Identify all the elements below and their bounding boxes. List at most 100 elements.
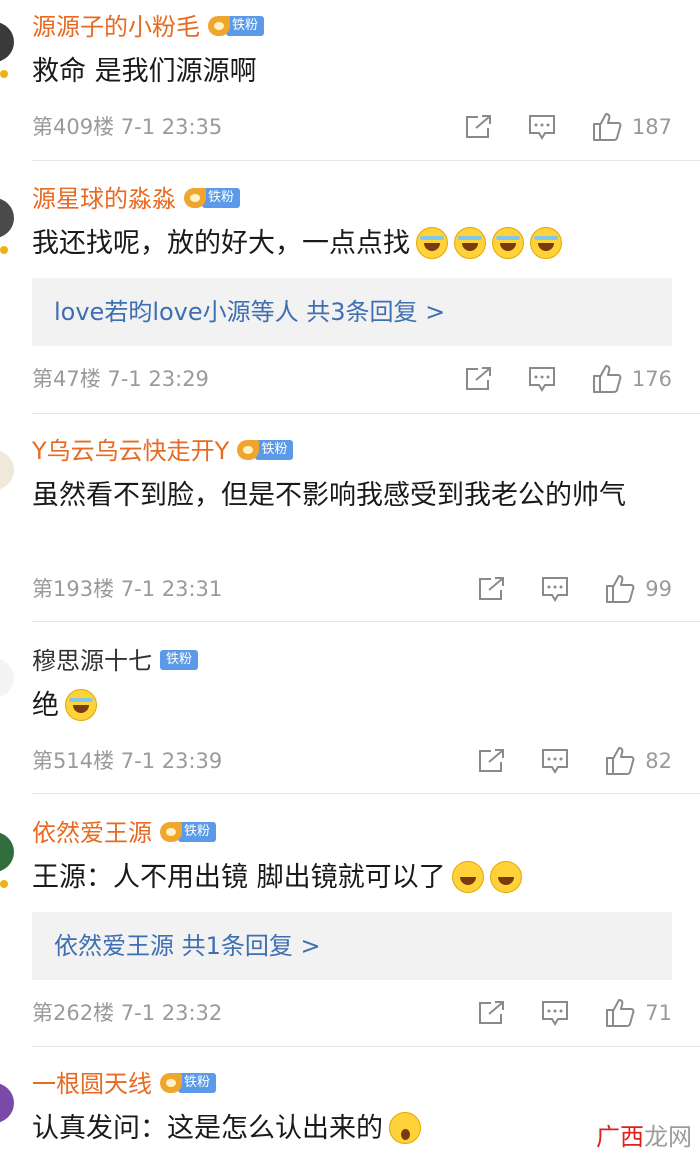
thumbs-up-icon bbox=[606, 747, 635, 775]
reply-button[interactable] bbox=[541, 576, 569, 602]
verified-badge-icon bbox=[0, 70, 8, 78]
comment-floor: 第409楼 bbox=[32, 115, 115, 139]
share-icon bbox=[465, 115, 491, 138]
share-icon bbox=[479, 1001, 505, 1024]
comment-meta: 第409楼 7-1 23:35 bbox=[32, 112, 222, 142]
like-count: 176 bbox=[631, 367, 672, 391]
reply-button[interactable] bbox=[528, 114, 556, 140]
avatar[interactable] bbox=[0, 198, 14, 238]
avatar[interactable] bbox=[0, 450, 14, 490]
comment-item: 源星球的淼淼 铁粉 我还找呢，放的好大，一点点找 love若昀love小源等人 共… bbox=[0, 170, 700, 414]
comment-item: 一根圆天线 铁粉 认真发问：这是怎么认出来的 bbox=[0, 1047, 700, 1164]
laugh-cry-emoji-icon bbox=[492, 226, 524, 259]
like-count: 71 bbox=[645, 1001, 672, 1025]
replies-preview[interactable]: love若昀love小源等人 共3条回复 > bbox=[32, 278, 672, 346]
like-button[interactable]: 82 bbox=[605, 746, 672, 776]
fan-badge: 铁粉 bbox=[160, 822, 217, 842]
share-button[interactable] bbox=[464, 366, 492, 392]
comment-username[interactable]: 一根圆天线 铁粉 bbox=[32, 1069, 217, 1099]
crown-icon bbox=[237, 440, 260, 460]
comment-item: 源源子的小粉毛 铁粉 救命 是我们源源啊 第409楼 7-1 23:35 187 bbox=[0, 0, 700, 170]
like-button[interactable]: 176 bbox=[592, 364, 672, 394]
like-count: 82 bbox=[645, 749, 672, 773]
reply-button[interactable] bbox=[541, 748, 569, 774]
site-watermark: 广西龙网 bbox=[596, 1123, 692, 1151]
share-icon bbox=[465, 367, 491, 390]
laugh-cry-emoji-icon bbox=[530, 226, 562, 259]
comment-time: 7-1 23:39 bbox=[120, 749, 223, 773]
avatar[interactable] bbox=[0, 832, 14, 872]
crown-icon bbox=[160, 1073, 182, 1093]
comment-actions: 82 bbox=[441, 744, 672, 778]
thumbs-up-icon bbox=[606, 999, 635, 1027]
like-button[interactable]: 187 bbox=[592, 112, 672, 142]
share-icon bbox=[479, 577, 505, 600]
fan-badge: 铁粉 bbox=[160, 1073, 217, 1093]
comment-actions: 99 bbox=[441, 572, 672, 606]
laughing-emoji-icon bbox=[451, 860, 484, 893]
thumbs-up-icon bbox=[592, 113, 622, 141]
comment-time: 7-1 23:32 bbox=[120, 1001, 223, 1025]
comment-actions: 187 bbox=[428, 110, 672, 144]
comment-floor: 第262楼 bbox=[32, 1001, 115, 1025]
verified-badge-icon bbox=[0, 246, 8, 254]
avatar[interactable] bbox=[0, 658, 14, 698]
comment-icon bbox=[542, 749, 569, 774]
comment-actions: 71 bbox=[441, 996, 672, 1030]
share-icon bbox=[479, 749, 505, 772]
like-button[interactable]: 99 bbox=[605, 574, 672, 604]
laugh-cry-emoji-icon bbox=[416, 226, 448, 259]
comment-text: 救命 是我们源源啊 bbox=[32, 56, 257, 87]
share-button[interactable] bbox=[464, 114, 492, 140]
comment-username[interactable]: 源源子的小粉毛 铁粉 bbox=[32, 12, 265, 42]
like-button[interactable]: 71 bbox=[605, 998, 672, 1028]
avatar[interactable] bbox=[0, 1083, 14, 1123]
crown-icon bbox=[208, 16, 230, 36]
comment-meta: 第193楼 7-1 23:31 bbox=[32, 574, 222, 604]
crown-icon bbox=[184, 188, 206, 208]
shocked-emoji-icon bbox=[389, 1111, 421, 1144]
comment-username[interactable]: Y乌云乌云快走开Y 铁粉 bbox=[32, 436, 294, 466]
comment-item: Y乌云乌云快走开Y 铁粉 虽然看不到脸，但是不影响我感受到我老公的帅气 第193楼… bbox=[0, 414, 700, 622]
comment-text: 认真发问：这是怎么认出来的 bbox=[32, 1107, 672, 1151]
thumbs-up-icon bbox=[592, 365, 622, 393]
comment-text: 虽然看不到脸，但是不影响我感受到我老公的帅气 bbox=[32, 480, 626, 511]
share-button[interactable] bbox=[477, 576, 505, 602]
comment-floor: 第47楼 bbox=[32, 367, 101, 391]
comment-text: 王源：人不用出镜 脚出镜就可以了 bbox=[32, 856, 672, 900]
comment-username[interactable]: 依然爱王源 铁粉 bbox=[32, 818, 217, 848]
comment-username[interactable]: 源星球的淼淼 铁粉 bbox=[32, 184, 241, 214]
comment-icon bbox=[528, 367, 555, 392]
verified-badge-icon bbox=[0, 880, 8, 888]
reply-button[interactable] bbox=[541, 1000, 569, 1026]
replies-preview[interactable]: 依然爱王源 共1条回复 > bbox=[32, 912, 672, 980]
comment-floor: 第514楼 bbox=[32, 749, 115, 773]
fan-badge: 铁粉 bbox=[208, 16, 265, 36]
comment-username[interactable]: 穆思源十七 铁粉 bbox=[32, 646, 199, 676]
comment-icon bbox=[542, 577, 569, 602]
comment-time: 7-1 23:35 bbox=[120, 115, 223, 139]
fan-badge: 铁粉 bbox=[160, 650, 199, 670]
comment-item: 穆思源十七 铁粉 绝 第514楼 7-1 23:39 82 bbox=[0, 622, 700, 794]
like-count: 99 bbox=[645, 577, 672, 601]
thumbs-up-icon bbox=[606, 575, 635, 603]
comment-text: 绝 bbox=[32, 684, 672, 728]
comment-time: 7-1 23:29 bbox=[107, 367, 209, 391]
divider bbox=[32, 160, 700, 161]
avatar[interactable] bbox=[0, 22, 14, 62]
share-button[interactable] bbox=[477, 748, 505, 774]
reply-button[interactable] bbox=[528, 366, 556, 392]
fan-badge: 铁粉 bbox=[184, 188, 241, 208]
comment-meta: 第514楼 7-1 23:39 bbox=[32, 746, 222, 776]
laugh-cry-emoji-icon bbox=[454, 226, 486, 259]
comment-text: 我还找呢，放的好大，一点点找 bbox=[32, 222, 672, 266]
share-button[interactable] bbox=[477, 1000, 505, 1026]
comment-actions: 176 bbox=[428, 362, 672, 396]
comment-time: 7-1 23:31 bbox=[120, 577, 223, 601]
laughing-emoji-icon bbox=[489, 860, 522, 893]
fan-badge: 铁粉 bbox=[237, 440, 294, 460]
laugh-cry-emoji-icon bbox=[65, 688, 97, 721]
comment-icon bbox=[528, 115, 555, 140]
like-count: 187 bbox=[631, 115, 672, 139]
crown-icon bbox=[160, 822, 182, 842]
